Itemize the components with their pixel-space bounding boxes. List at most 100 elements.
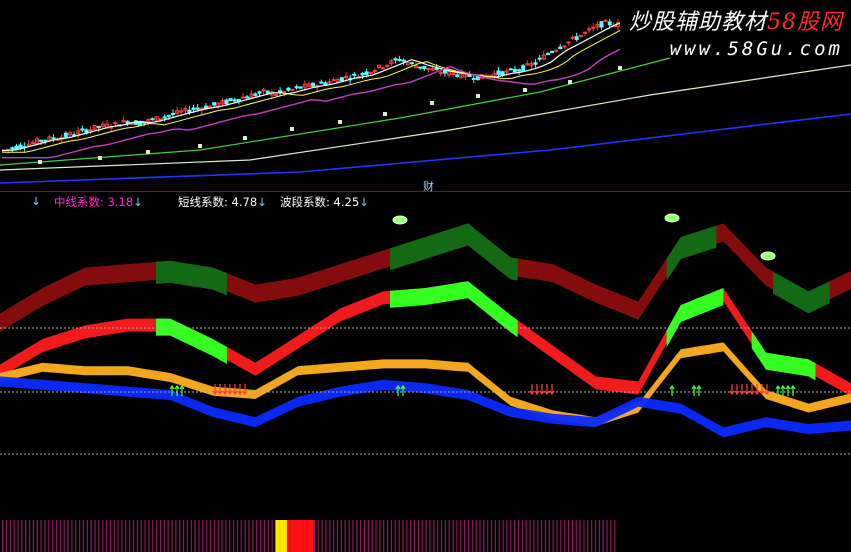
volume-bar [240,520,242,552]
signal-square [338,120,342,124]
volume-bar [541,520,543,552]
volume-bar [506,520,508,552]
volume-bar [591,520,593,552]
candle-body [471,77,476,80]
volume-bar [329,520,331,552]
volume-bar [379,520,381,552]
candle-body [607,21,612,26]
candle-body [88,129,93,132]
volume-bar [259,520,262,552]
volume-bar [71,520,73,552]
candle-body [558,46,563,49]
candle-body [426,67,431,70]
signal-square [98,156,102,160]
indicator-band-falling [156,260,227,296]
candle-body [30,141,35,144]
volume-bar [336,520,339,552]
candle-body [525,63,530,66]
volume-bar [179,520,181,552]
watermark: 炒股辅助教材58股网 www.58Gu.com [629,4,843,60]
legend-label-0: : [0,194,2,208]
volume-bar [537,520,539,552]
candle-body [63,132,68,138]
volume-bar [25,520,27,552]
candle-body [245,96,250,99]
volume-bar [433,520,435,552]
volume-bar [360,520,362,552]
candle-body [455,74,460,77]
volume-bar [602,520,604,552]
volume-bar [413,520,416,552]
volume-bar [587,520,589,552]
candle-body [290,88,295,91]
volume-bar [48,520,50,552]
volume-bar [521,520,523,552]
volume-bar [467,520,470,552]
volume-bar [67,520,69,552]
volume-bar [75,520,77,552]
candle-body [158,118,163,121]
candle-body [550,50,555,53]
candle-body [409,62,414,65]
watermark-brand-accent: 58股网 [767,10,843,35]
indicator-band [0,376,851,438]
candle-body [422,65,427,70]
peak-marker [760,251,776,261]
volume-bar [298,520,303,552]
volume-bar [117,520,119,552]
legend-item-3: 波段系数: 4.25↓ [280,194,369,210]
volume-bar [113,520,115,552]
legend-item-0: : 0.55↓ [0,194,41,208]
signal-square [290,127,294,131]
volume-bar [163,520,165,552]
candle-body [39,139,44,142]
volume-bar [417,520,419,552]
volume-bar [363,520,366,552]
candle-body [170,112,175,115]
volume-bar [556,520,558,552]
candle-body [533,62,538,65]
volume-bar [102,520,104,552]
volume-bar [464,520,466,552]
volume-bar [564,520,566,552]
signal-arrow [790,384,796,396]
candle-body [517,69,522,72]
volume-bar [206,520,208,552]
signal-square [146,150,150,154]
candle-body [496,70,501,75]
candle-body [418,66,423,69]
volume-bar [159,520,162,552]
signal-square [430,101,434,105]
signal-square [243,136,247,140]
signal-square [198,144,202,148]
volume-bar [421,520,423,552]
candle-body [298,86,303,89]
volume-bar [94,520,96,552]
volume-bar [306,520,311,552]
indicator-band-falling [751,331,816,381]
signal-square [38,160,42,164]
volume-bar [136,520,138,552]
signal-arrow [691,384,697,396]
legend-value-2: 4.78 [231,195,258,209]
volume-bar [548,520,550,552]
candle-body [401,59,406,62]
signal-arrow [539,384,545,396]
volume-bar [344,520,346,552]
candle-body [257,91,262,94]
volume-bar [286,520,291,552]
candle-body [562,45,567,48]
candle-body [352,73,357,76]
candle-body [582,31,587,34]
candle-body [138,121,143,126]
volume-bar [425,520,427,552]
volume-bar [317,520,319,552]
volume-bar [448,520,450,552]
signal-arrow [749,384,755,396]
candle-body [599,21,604,28]
volume-bar [175,520,177,552]
signal-arrow [669,384,675,396]
indicator-band-falling [156,318,227,364]
volume-bar [209,520,212,552]
legend-item-2: 短线系数: 4.78↓ [178,194,267,210]
